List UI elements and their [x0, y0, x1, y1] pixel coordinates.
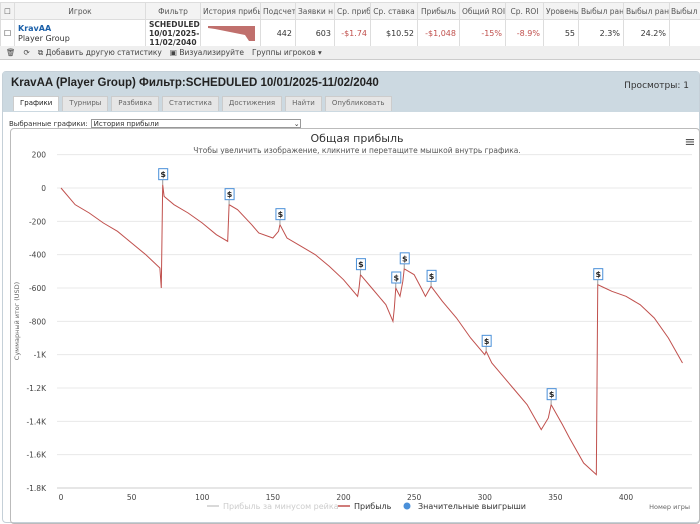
y-tick-label: 200 [32, 151, 47, 160]
x-tick-label: 300 [478, 493, 493, 502]
big-win-label: $ [278, 210, 284, 219]
x-tick-label: 200 [336, 493, 351, 502]
big-win-label: $ [227, 190, 233, 199]
big-win-label: $ [358, 260, 364, 269]
chart-title: Общая прибыль [311, 132, 404, 145]
chart-container[interactable]: Общая прибыльЧтобы увеличить изображение… [10, 128, 700, 524]
big-win-label: $ [429, 272, 435, 281]
profit-line [61, 185, 683, 475]
x-tick-label: 350 [548, 493, 563, 502]
x-tick-label: 50 [127, 493, 137, 502]
y-tick-label: -200 [29, 217, 46, 226]
legend-swatch [404, 503, 411, 510]
legend-item[interactable]: Прибыль [354, 502, 392, 511]
legend-item[interactable]: Значительные выигрыши [418, 502, 526, 511]
x-tick-label: 150 [266, 493, 281, 502]
y-tick-label: -800 [29, 317, 46, 326]
big-win-label: $ [393, 274, 399, 283]
x-tick-label: 0 [59, 493, 64, 502]
y-tick-label: -1.4K [26, 417, 47, 426]
y-axis-label: Суммарный итог (USD) [13, 282, 21, 360]
big-win-label: $ [160, 170, 166, 179]
y-tick-label: -1.8K [26, 484, 47, 493]
y-tick-label: 0 [41, 184, 46, 193]
x-axis-label: Номер игры [649, 503, 690, 511]
big-win-label: $ [484, 337, 490, 346]
big-win-label: $ [402, 254, 408, 263]
x-tick-label: 400 [619, 493, 634, 502]
y-tick-label: -1.2K [26, 384, 47, 393]
x-tick-label: 250 [407, 493, 422, 502]
y-tick-label: -600 [29, 284, 46, 293]
profit-chart[interactable]: Общая прибыльЧтобы увеличить изображение… [2, 1, 692, 397]
player-panel: KravAA (Player Group) Фильтр:SCHEDULED 1… [2, 71, 700, 523]
y-tick-label: -1.6K [26, 451, 47, 460]
legend-item[interactable]: Прибыль за минусом рейка [223, 502, 339, 511]
y-tick-label: -400 [29, 251, 46, 260]
big-win-label: $ [595, 270, 601, 279]
y-tick-label: -1K [34, 351, 47, 360]
x-tick-label: 100 [195, 493, 210, 502]
big-win-label: $ [549, 390, 555, 399]
menu-icon[interactable]: ≡ [685, 135, 696, 150]
chart-subtitle: Чтобы увеличить изображение, кликните и … [193, 146, 521, 155]
